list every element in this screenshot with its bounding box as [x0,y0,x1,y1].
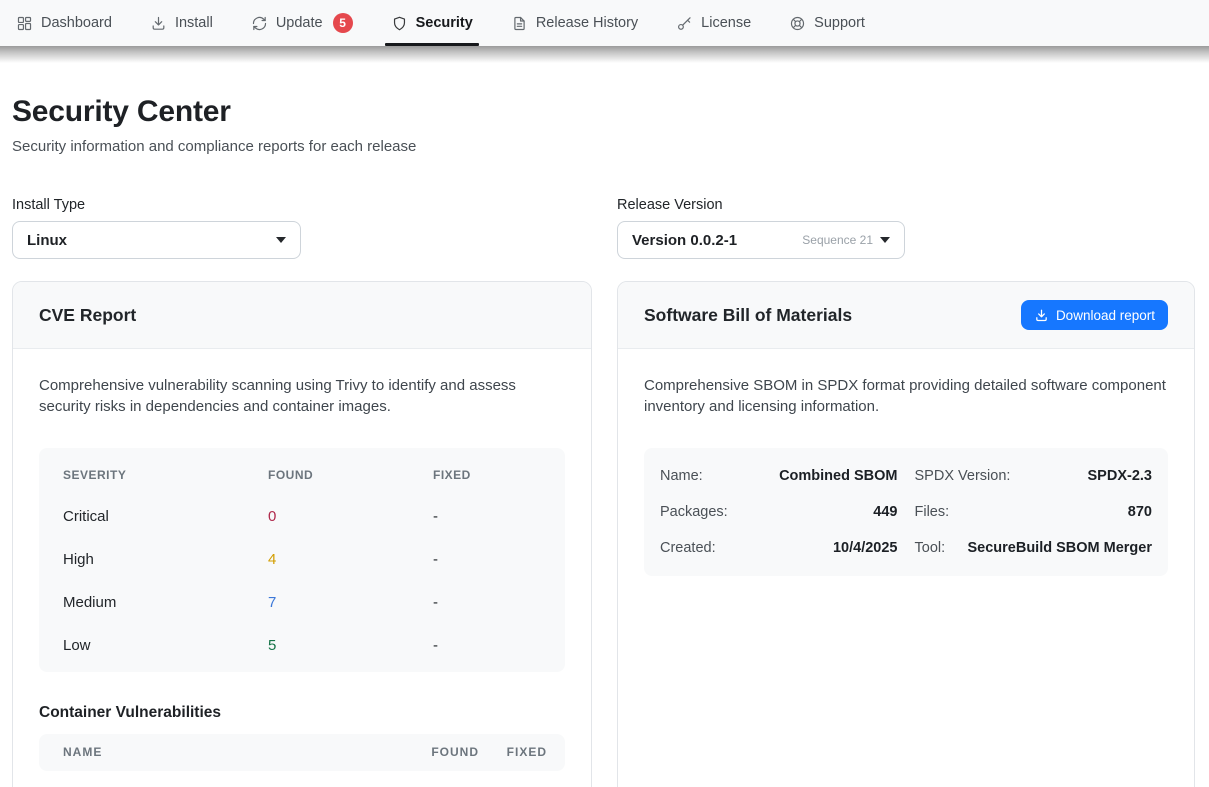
nav-tab-label: License [701,15,751,31]
severity-found-count: 5 [268,637,433,654]
sbom-created-value: 10/4/2025 [716,540,898,556]
nav-tab-label: Security [416,15,473,31]
severity-found-count: 0 [268,508,433,525]
install-type-value: Linux [27,232,67,249]
table-row: High 4 - [39,551,565,568]
severity-fixed-count: - [433,551,541,568]
sbom-tool-label: Tool: [915,540,946,556]
page-title: Security Center [12,95,1195,129]
release-history-file-icon [511,15,528,32]
update-refresh-icon [251,15,268,32]
table-row: Low 5 - [39,637,565,654]
sbom-name-value: Combined SBOM [703,468,898,484]
nav-tab-license[interactable]: License [676,0,751,46]
name-column-header: NAME [63,745,399,759]
table-row: Critical 0 - [39,508,565,525]
sbom-info-grid: Name: Combined SBOM SPDX Version: SPDX-2… [644,448,1168,576]
severity-fixed-count: - [433,637,541,654]
download-report-button[interactable]: Download report [1021,300,1168,330]
install-type-label: Install Type [12,197,592,213]
list-item: Packages: 449 Files: 870 [660,494,1152,530]
nav-tab-label: Dashboard [41,15,112,31]
fixed-column-header: FIXED [479,745,547,759]
severity-fixed-count: - [433,508,541,525]
release-sequence-label: Sequence 21 [802,233,873,247]
sbom-card-title: Software Bill of Materials [644,305,852,326]
severity-name: Low [63,637,268,654]
found-column-header: FOUND [268,468,433,482]
sbom-tool-value: SecureBuild SBOM Merger [945,540,1152,556]
severity-name: Critical [63,508,268,525]
dashboard-grid-icon [16,15,33,32]
install-type-filter: Install Type Linux [12,197,592,259]
cve-card-title: CVE Report [39,305,136,326]
install-type-select[interactable]: Linux [12,221,301,259]
update-count-badge: 5 [333,13,353,33]
security-shield-icon [391,15,408,32]
chevron-down-icon [880,237,890,243]
sbom-description: Comprehensive SBOM in SPDX format provid… [644,375,1168,418]
severity-table: SEVERITY FOUND FIXED Critical 0 - High 4… [39,448,565,672]
sbom-card-body: Comprehensive SBOM in SPDX format provid… [618,349,1194,602]
severity-fixed-count: - [433,594,541,611]
nav-tab-dashboard[interactable]: Dashboard [16,0,112,46]
chevron-down-icon [276,237,286,243]
cve-description: Comprehensive vulnerability scanning usi… [39,375,565,418]
sbom-name-label: Name: [660,468,703,484]
sbom-spdx-version-label: SPDX Version: [915,468,1011,484]
cve-card-header: CVE Report [13,282,591,349]
sbom-packages-label: Packages: [660,504,728,520]
nav-shadow-divider [0,46,1209,63]
container-vulnerabilities-table-header: NAME FOUND FIXED [39,734,565,771]
nav-tab-update[interactable]: Update 5 [251,0,353,46]
cve-card-body: Comprehensive vulnerability scanning usi… [13,349,591,787]
download-icon [1034,308,1049,323]
nav-tab-install[interactable]: Install [150,0,213,46]
release-version-label: Release Version [617,197,1195,213]
nav-tab-label: Release History [536,15,638,31]
cards-row: CVE Report Comprehensive vulnerability s… [12,281,1195,787]
top-navigation: Dashboard Install Update 5 Security Rele… [0,0,1209,46]
install-download-icon [150,15,167,32]
severity-found-count: 4 [268,551,433,568]
nav-tab-label: Support [814,15,865,31]
sbom-files-value: 870 [949,504,1152,520]
severity-table-header: SEVERITY FOUND FIXED [39,468,565,482]
release-version-filter: Release Version Version 0.0.2-1 Sequence… [617,197,1195,259]
sbom-card: Software Bill of Materials Download repo… [617,281,1195,787]
filters-row: Install Type Linux Release Version Versi… [12,197,1195,259]
sbom-packages-value: 449 [728,504,898,520]
release-version-value: Version 0.0.2-1 [632,232,737,249]
fixed-column-header: FIXED [433,468,541,482]
support-lifebuoy-icon [789,15,806,32]
nav-tab-support[interactable]: Support [789,0,865,46]
nav-tab-label: Update [276,15,323,31]
nav-tab-release-history[interactable]: Release History [511,0,638,46]
nav-tab-label: Install [175,15,213,31]
list-item: Name: Combined SBOM SPDX Version: SPDX-2… [660,458,1152,494]
sbom-created-label: Created: [660,540,716,556]
license-key-icon [676,15,693,32]
container-vulnerabilities-title: Container Vulnerabilities [39,704,565,722]
severity-found-count: 7 [268,594,433,611]
severity-name: High [63,551,268,568]
list-item: Created: 10/4/2025 Tool: SecureBuild SBO… [660,530,1152,566]
found-column-header: FOUND [399,745,479,759]
download-report-label: Download report [1056,308,1155,323]
release-version-select[interactable]: Version 0.0.2-1 Sequence 21 [617,221,905,259]
main-content: Security Center Security information and… [0,95,1209,787]
sbom-files-label: Files: [915,504,950,520]
sbom-spdx-version-value: SPDX-2.3 [1010,468,1152,484]
sbom-card-header: Software Bill of Materials Download repo… [618,282,1194,349]
page-subtitle: Security information and compliance repo… [12,138,1195,155]
nav-tab-security[interactable]: Security [391,0,473,46]
cve-report-card: CVE Report Comprehensive vulnerability s… [12,281,592,787]
table-row: Medium 7 - [39,594,565,611]
severity-column-header: SEVERITY [63,468,268,482]
severity-name: Medium [63,594,268,611]
